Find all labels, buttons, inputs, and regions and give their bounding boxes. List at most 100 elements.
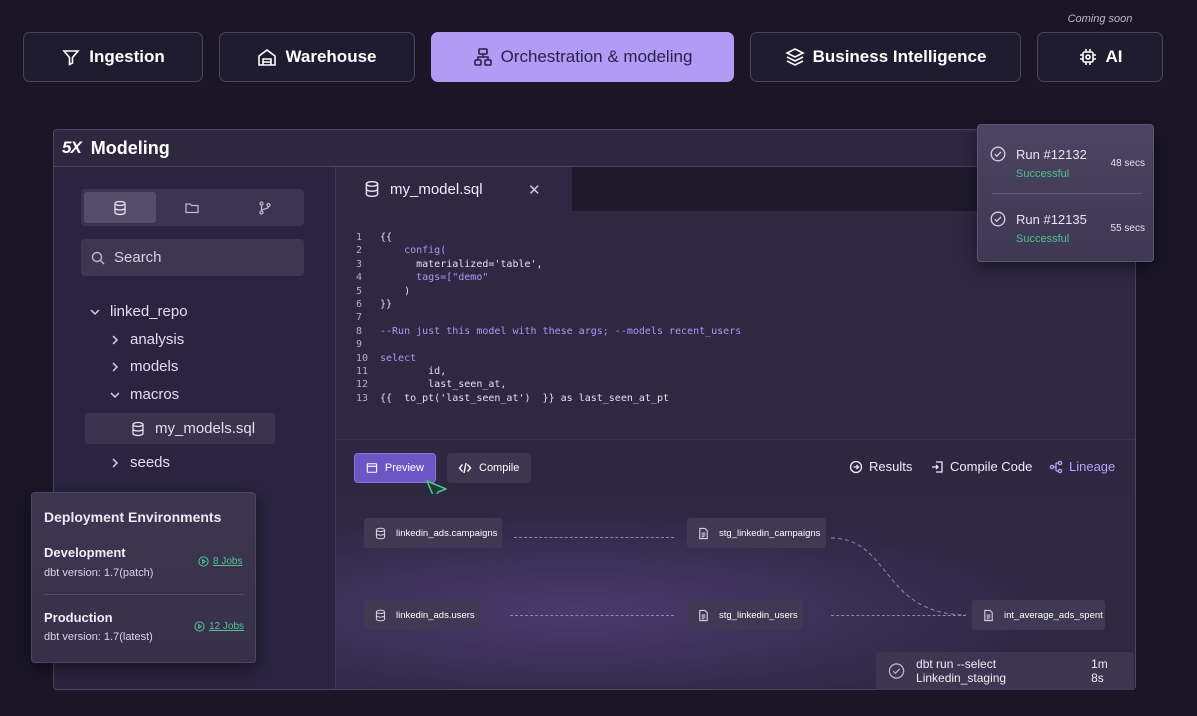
database-icon [114,200,126,215]
code-icon [458,462,472,474]
code-text: }} [380,299,393,311]
run-status-bar: dbt run --select Linkedin_staging 1m 8s [876,652,1134,690]
lineage-edge [514,537,674,538]
run-item[interactable]: Run #12135 Successful 55 secs [990,206,1145,246]
search-input[interactable] [114,249,294,266]
play-circle-icon [198,556,209,567]
database-icon [365,180,379,198]
env-version: dbt version: 1.7(latest) [44,631,153,643]
nav-ai-label: AI [1105,47,1123,66]
line-number: 13 [356,392,369,404]
tree-item-seeds[interactable]: seeds [109,454,170,471]
git-branch-icon [259,200,271,215]
search-icon [91,251,105,264]
code-text: last_seen_at, [380,379,507,391]
lineage-node-label: int_average_ads_spent [1004,609,1103,621]
code-editor[interactable]: 1 {{ 2 config( 3 materialized='table', 4 … [356,231,956,405]
chevron-down-icon [110,391,120,398]
tree-item-linked-repo[interactable]: linked_repo [89,303,188,320]
check-circle-icon [990,146,1006,162]
lineage-node[interactable]: stg_linkedin_campaigns [687,518,826,548]
code-line: 11 id, [356,365,956,378]
workflow-icon [473,48,492,66]
runs-panel: Run #12132 Successful 48 secs Run #12135… [977,124,1154,262]
line-number: 2 [356,245,363,257]
env-jobs-link[interactable]: 12 Jobs [194,621,244,632]
env-jobs-label: 8 Jobs [213,556,243,567]
lineage-link[interactable]: Lineage [1049,459,1115,474]
line-number: 3 [356,258,363,270]
code-line: 6}} [356,298,956,311]
warehouse-icon [258,49,277,66]
run-duration: 55 secs [1110,223,1145,234]
deployment-environments-panel: Deployment Environments Development dbt … [31,492,256,663]
env-jobs-label: 12 Jobs [209,621,245,632]
tree-label-linked-repo: linked_repo [110,303,188,320]
tree-item-models[interactable]: models [109,358,178,375]
nav-warehouse-button[interactable]: Warehouse [219,32,415,82]
arrow-circle-icon [849,460,863,473]
deployment-title: Deployment Environments [44,509,222,525]
nav-ingestion-button[interactable]: Ingestion [23,32,203,82]
chevron-right-icon [112,361,119,372]
compile-code-link[interactable]: Compile Code [930,459,1032,474]
env-jobs-link[interactable]: 8 Jobs [198,556,242,567]
git-view-button[interactable] [229,192,301,223]
folder-view-button[interactable] [156,192,228,223]
line-number: 12 [356,379,369,391]
code-line: 12 last_seen_at, [356,378,956,391]
tree-item-my-models-sql[interactable]: my_models.sql [85,413,275,444]
app-titlebar: 5X Modeling [54,130,1135,167]
run-item[interactable]: Run #12132 Successful 48 secs [990,141,1145,181]
nav-orchestration-button[interactable]: Orchestration & modeling [431,32,734,82]
lineage-node-label: stg_linkedin_users [719,609,798,621]
login-icon [932,460,943,473]
lineage-node[interactable]: linkedin_ads.campaigns [364,518,502,548]
app-logo: 5X [62,138,82,157]
lineage-node[interactable]: linkedin_ads.users [364,600,480,630]
database-icon [132,421,144,436]
code-text: {{ to_pt('last_seen_at') }} as last_seen… [380,392,669,404]
line-number: 1 [356,232,363,243]
check-circle-icon [990,211,1006,227]
code-line: 9 [356,338,956,351]
run-status: Successful [1016,233,1070,245]
file-icon [699,609,708,621]
lineage-label: Lineage [1069,459,1116,474]
line-number: 9 [356,339,363,351]
check-circle-icon [888,663,905,679]
nav-bi-button[interactable]: Business Intelligence [750,32,1021,82]
compile-label: Compile [479,462,520,474]
tree-item-macros[interactable]: macros [109,386,179,403]
code-line: 1 {{ [356,231,956,244]
database-view-button[interactable] [84,192,157,223]
file-tab[interactable]: my_model.sql ✕ [336,167,572,211]
run-name: Run #12135 [1016,212,1087,227]
code-text: select [380,352,417,364]
lineage-edge [510,615,674,616]
database-icon [375,527,386,539]
divider [992,193,1142,194]
nav-ai-button[interactable]: AI [1037,32,1163,82]
chevron-right-icon [112,457,119,468]
results-link[interactable]: Results [849,459,912,474]
code-text: {{ [380,232,393,243]
code-line: 13 {{ to_pt('last_seen_at') }} as last_se… [356,392,956,405]
editor-toolbar: Preview Compile Results Compile Code Lin… [336,439,1135,494]
code-text: config( [380,245,447,257]
lineage-node[interactable]: int_average_ads_spent [972,600,1105,630]
code-line: 10 select [356,352,956,365]
compile-button[interactable]: Compile [447,453,531,483]
close-tab-icon[interactable]: ✕ [528,181,541,199]
app-title: Modeling [90,137,170,158]
compile-code-label: Compile Code [950,459,1033,474]
run-name: Run #12132 [1016,147,1087,162]
search-box [81,239,304,276]
env-name: Development [44,545,126,560]
window-icon [366,463,378,473]
line-number: 10 [356,352,369,364]
chevron-right-icon [112,334,119,345]
run-command: dbt run --select Linkedin_staging [916,657,1007,685]
tree-item-analysis[interactable]: analysis [109,331,184,348]
lineage-node[interactable]: stg_linkedin_users [687,600,803,630]
